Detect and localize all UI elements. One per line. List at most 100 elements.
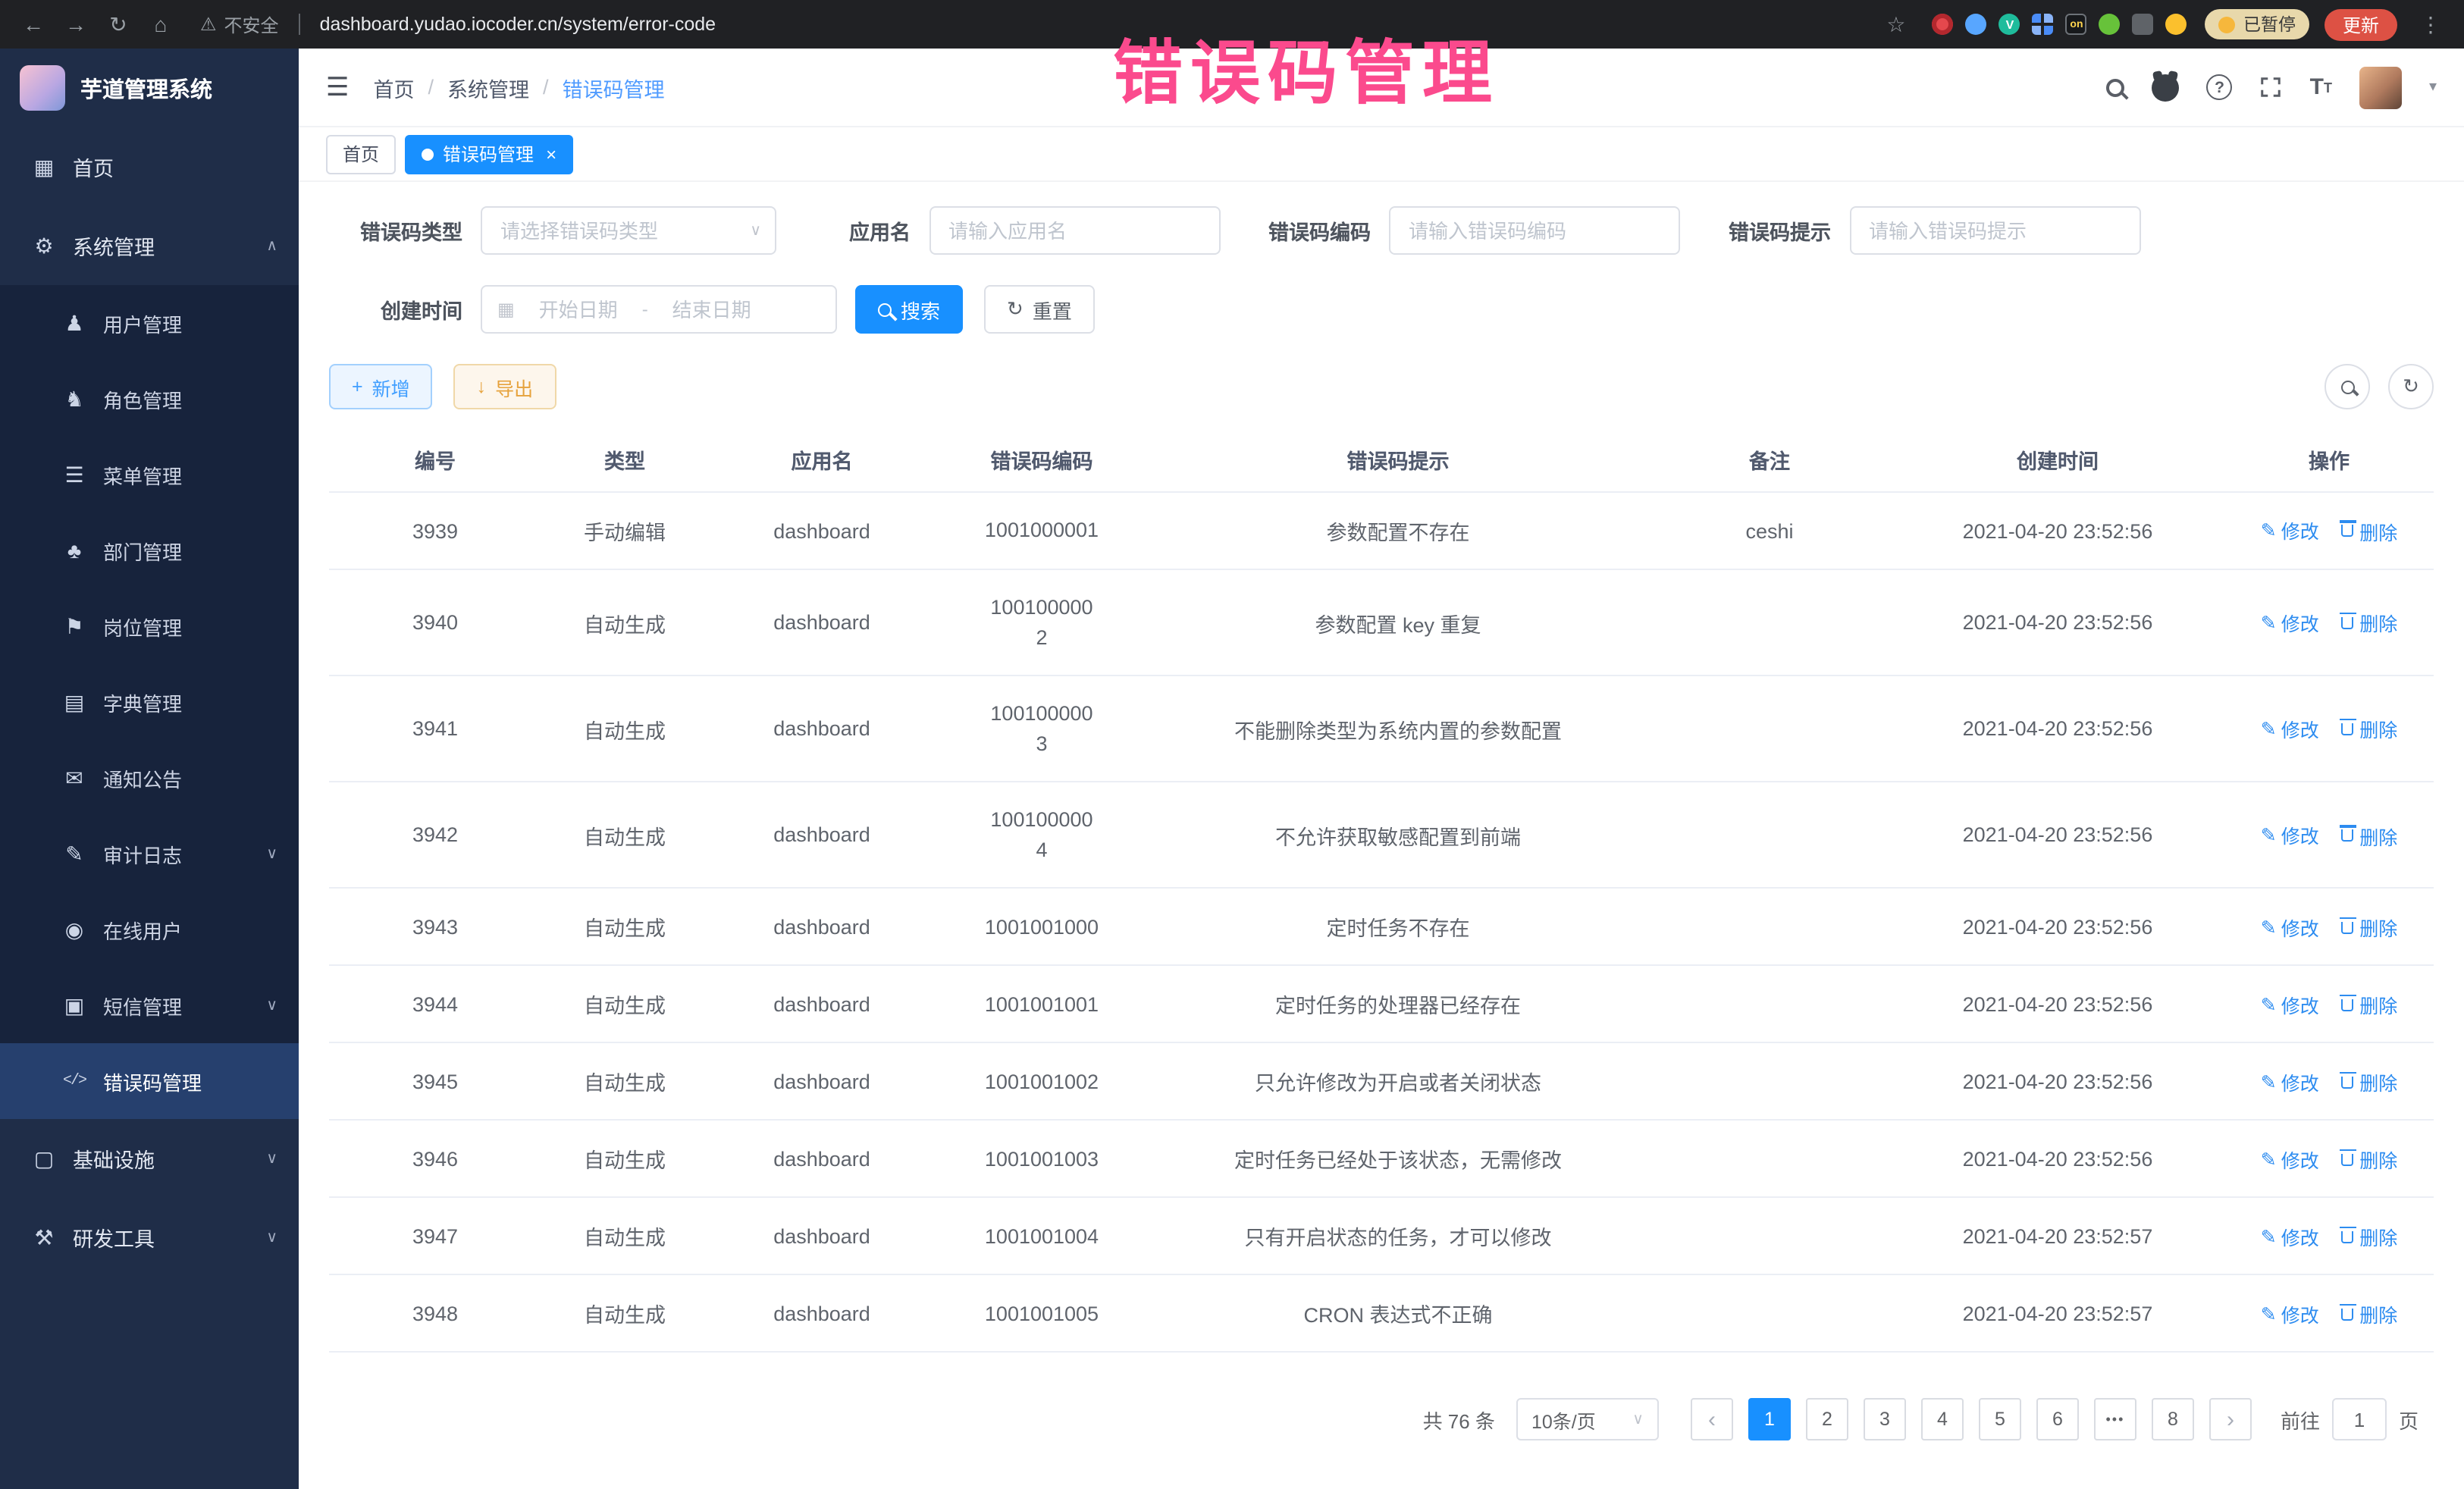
delete-link[interactable]: 删除	[2340, 1222, 2397, 1251]
sidebar-item-errcode[interactable]: </> 错误码管理	[0, 1043, 299, 1119]
sidebar-item-online[interactable]: ◉ 在线用户	[0, 892, 299, 967]
end-date-input[interactable]	[654, 298, 770, 321]
reset-button[interactable]: ↻ 重置	[984, 285, 1095, 334]
delete-link[interactable]: 删除	[2340, 821, 2397, 850]
address-url[interactable]: dashboard.yudao.iocoder.cn/system/error-…	[320, 14, 716, 35]
edit-link[interactable]: ✎修改	[2261, 608, 2319, 637]
extension-icon-on-badge[interactable]: on	[2066, 14, 2087, 35]
delete-link[interactable]: 删除	[2340, 913, 2397, 942]
table-row[interactable]: 3948 自动生成 dashboard 1001001005 CRON 表达式不…	[329, 1275, 2434, 1353]
sidebar-item-user[interactable]: ♟ 用户管理	[0, 285, 299, 361]
extension-icon-smiley[interactable]	[2166, 14, 2187, 35]
tab-errcode[interactable]: 错误码管理 ×	[405, 134, 573, 174]
extension-icon-record[interactable]	[1933, 14, 1954, 35]
edit-link[interactable]: ✎修改	[2261, 1067, 2319, 1096]
update-button[interactable]: 更新	[2324, 8, 2397, 40]
delete-link[interactable]: 删除	[2340, 609, 2397, 638]
start-date-input[interactable]	[521, 298, 636, 321]
table-row[interactable]: 3942 自动生成 dashboard 100100000 4 不允许获取敏感配…	[329, 782, 2434, 889]
page-button-6[interactable]: 6	[2036, 1399, 2079, 1441]
extension-icon-blue[interactable]	[1966, 14, 1987, 35]
sidebar-item-infra[interactable]: ▢ 基础设施 ∨	[0, 1119, 299, 1198]
delete-link[interactable]: 删除	[2340, 715, 2397, 744]
edit-link[interactable]: ✎修改	[2261, 912, 2319, 941]
security-indicator[interactable]: ⚠ 不安全	[200, 11, 279, 37]
sidebar-item-role[interactable]: ♞ 角色管理	[0, 361, 299, 437]
table-row[interactable]: 3944 自动生成 dashboard 1001001001 定时任务的处理器已…	[329, 966, 2434, 1043]
delete-link[interactable]: 删除	[2340, 1067, 2397, 1096]
page-size-select[interactable]: 10条/页 ∨	[1516, 1399, 1659, 1441]
error-type-select-input[interactable]	[481, 206, 776, 255]
page-button-8[interactable]: 8	[2152, 1399, 2194, 1441]
page-button-4[interactable]: 4	[1921, 1399, 1964, 1441]
edit-link[interactable]: ✎修改	[2261, 714, 2319, 743]
add-button[interactable]: + 新增	[329, 364, 433, 409]
tab-home[interactable]: 首页	[326, 134, 396, 174]
edit-link[interactable]: ✎修改	[2261, 820, 2319, 849]
paused-badge[interactable]: 已暂停	[2205, 9, 2309, 39]
extension-icon-green[interactable]	[2099, 14, 2121, 35]
app-name-input[interactable]	[929, 206, 1220, 255]
help-icon[interactable]: ?	[2207, 74, 2233, 100]
error-hint-input[interactable]	[1849, 206, 2140, 255]
next-page-button[interactable]: ›	[2209, 1399, 2252, 1441]
sidebar-item-post[interactable]: ⚑ 岗位管理	[0, 588, 299, 664]
page-button-2[interactable]: 2	[1806, 1399, 1848, 1441]
close-icon[interactable]: ×	[546, 143, 556, 165]
prev-page-button[interactable]: ‹	[1691, 1399, 1733, 1441]
table-row[interactable]: 3939 手动编辑 dashboard 1001000001 参数配置不存在 c…	[329, 492, 2434, 569]
edit-link[interactable]: ✎修改	[2261, 516, 2319, 545]
delete-link[interactable]: 删除	[2340, 517, 2397, 546]
edit-link[interactable]: ✎修改	[2261, 1299, 2319, 1328]
error-code-input[interactable]	[1389, 206, 1680, 255]
sidebar-item-system[interactable]: ⚙ 系统管理 ∧	[0, 206, 299, 285]
goto-page-input[interactable]	[2332, 1399, 2387, 1441]
search-icon[interactable]	[2107, 78, 2125, 96]
breadcrumb-system[interactable]: 系统管理	[447, 72, 529, 102]
sidebar-item-dept[interactable]: ♣ 部门管理	[0, 513, 299, 588]
page-button-5[interactable]: 5	[1979, 1399, 2021, 1441]
sidebar-item-menu[interactable]: ☰ 菜单管理	[0, 437, 299, 513]
user-avatar[interactable]	[2359, 66, 2402, 108]
sidebar-item-notice[interactable]: ✉ 通知公告	[0, 740, 299, 816]
home-button[interactable]: ⌂	[143, 6, 179, 42]
forward-button[interactable]: →	[58, 6, 94, 42]
fullscreen-icon[interactable]	[2260, 76, 2283, 99]
page-ellipsis[interactable]: •••	[2094, 1399, 2136, 1441]
browser-menu-icon[interactable]: ⋮	[2412, 6, 2449, 42]
delete-link[interactable]: 删除	[2340, 1299, 2397, 1328]
table-row[interactable]: 3945 自动生成 dashboard 1001001002 只允许修改为开启或…	[329, 1043, 2434, 1121]
refresh-table-button[interactable]: ↻	[2388, 364, 2434, 409]
caret-down-icon[interactable]: ▾	[2429, 79, 2437, 96]
sidebar-item-sms[interactable]: ▣ 短信管理 ∨	[0, 967, 299, 1043]
table-row[interactable]: 3941 自动生成 dashboard 100100000 3 不能删除类型为系…	[329, 676, 2434, 782]
sidebar-item-home[interactable]: ▦ 首页	[0, 127, 299, 206]
edit-link[interactable]: ✎修改	[2261, 1144, 2319, 1173]
page-button-3[interactable]: 3	[1864, 1399, 1906, 1441]
edit-link[interactable]: ✎修改	[2261, 1221, 2319, 1250]
sidebar-item-dict[interactable]: ▤ 字典管理	[0, 664, 299, 740]
back-button[interactable]: ←	[15, 6, 52, 42]
table-row[interactable]: 3943 自动生成 dashboard 1001001000 定时任务不存在 2…	[329, 889, 2434, 966]
delete-link[interactable]: 删除	[2340, 1145, 2397, 1174]
hamburger-icon[interactable]: ☰	[326, 72, 350, 102]
extension-icon-dark[interactable]	[2133, 14, 2154, 35]
breadcrumb-home[interactable]: 首页	[374, 72, 415, 102]
error-type-select[interactable]: ∨	[481, 206, 776, 255]
export-button[interactable]: ↓ 导出	[454, 364, 556, 409]
edit-link[interactable]: ✎修改	[2261, 989, 2319, 1018]
table-row[interactable]: 3946 自动生成 dashboard 1001001003 定时任务已经处于该…	[329, 1121, 2434, 1198]
bookmark-star-icon[interactable]: ☆	[1878, 6, 1914, 42]
table-row[interactable]: 3940 自动生成 dashboard 100100000 2 参数配置 key…	[329, 569, 2434, 676]
sidebar-item-audit[interactable]: ✎ 审计日志 ∨	[0, 816, 299, 892]
toggle-search-button[interactable]	[2324, 364, 2370, 409]
extension-icon-grid[interactable]	[2033, 14, 2054, 35]
date-range-picker[interactable]: ▦ -	[481, 285, 837, 334]
page-button-1[interactable]: 1	[1748, 1399, 1791, 1441]
extension-icon-vue[interactable]: V	[1999, 14, 2020, 35]
sidebar-item-devtool[interactable]: ⚒ 研发工具 ∨	[0, 1198, 299, 1277]
font-size-icon[interactable]: TT	[2310, 74, 2332, 100]
reload-button[interactable]: ↻	[100, 6, 136, 42]
delete-link[interactable]: 删除	[2340, 990, 2397, 1019]
search-button[interactable]: 搜索	[855, 285, 963, 334]
